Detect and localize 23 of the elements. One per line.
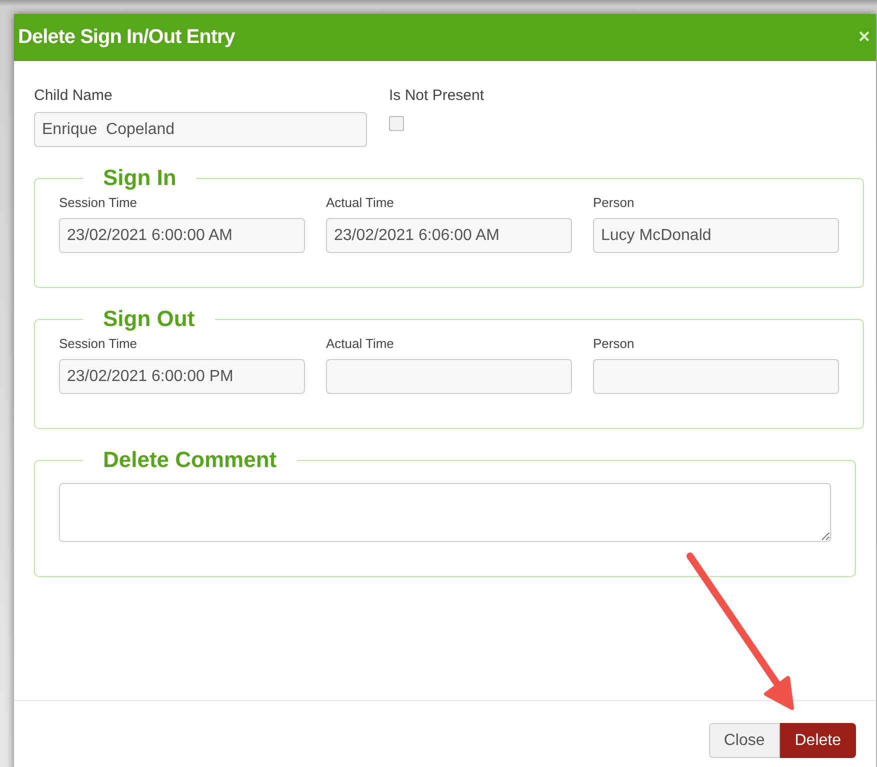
input-field[interactable]: 23/02/2021 6:00:00 AM xyxy=(59,218,305,253)
checkbox[interactable] xyxy=(389,116,404,131)
input-field[interactable]: 23/02/2021 6:06:00 AM xyxy=(326,218,572,253)
field-label: Actual Time xyxy=(326,195,395,210)
input-field[interactable] xyxy=(593,359,839,394)
section-title: Delete Comment xyxy=(102,447,278,473)
delete-button[interactable]: Delete xyxy=(780,723,856,758)
input-field[interactable] xyxy=(326,359,572,394)
input-field[interactable]: Lucy McDonald xyxy=(593,218,839,253)
field-label: Child Name xyxy=(34,87,114,104)
comment-field[interactable] xyxy=(59,483,831,542)
child-name-field[interactable]: Enrique Copeland xyxy=(34,112,367,147)
section-title: Sign In xyxy=(102,165,178,191)
section-title: Sign Out xyxy=(102,306,196,332)
field-label: Person xyxy=(593,336,636,351)
field-label: Session Time xyxy=(59,336,138,351)
field-label: Is Not Present xyxy=(389,87,486,104)
dialog-title: Delete Sign In/Out Entry xyxy=(18,26,235,49)
input-field[interactable]: 23/02/2021 6:00:00 PM xyxy=(59,359,305,394)
field-label: Actual Time xyxy=(326,336,395,351)
field-label: Session Time xyxy=(59,195,138,210)
close-button[interactable]: Close xyxy=(708,723,780,758)
field-label: Person xyxy=(593,195,636,210)
